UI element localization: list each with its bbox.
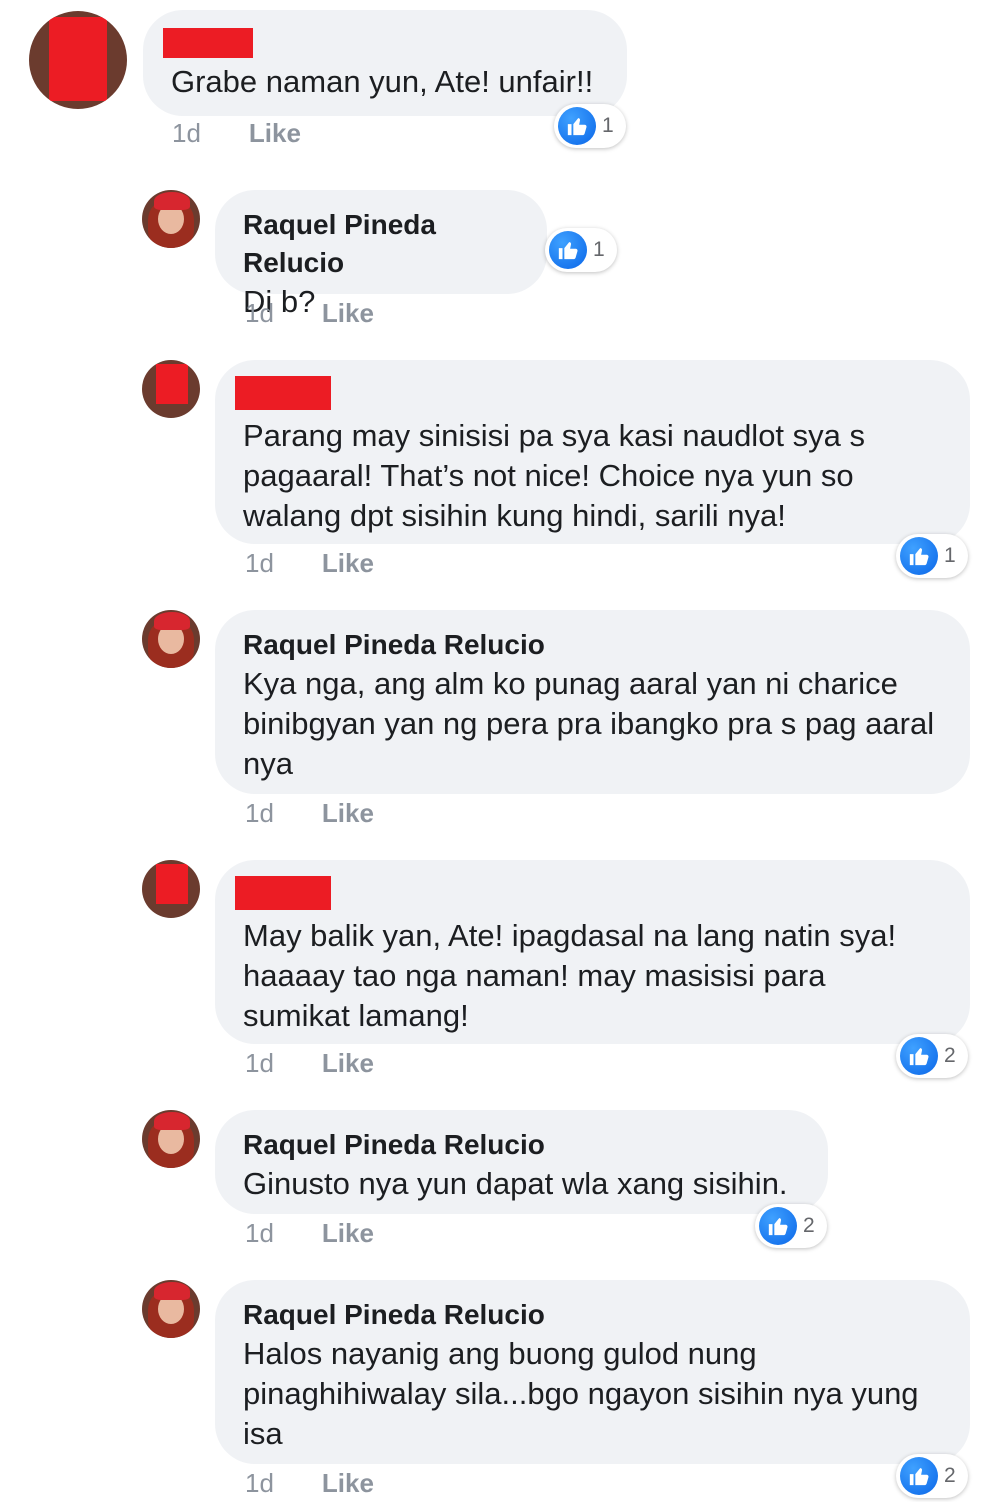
comment-time[interactable]: 1d — [172, 118, 201, 148]
comment-bubble: Raquel Pineda Relucio Halos nayanig ang … — [215, 1280, 970, 1464]
reaction-count[interactable]: 2 — [755, 1204, 827, 1248]
like-button[interactable]: Like — [322, 1468, 374, 1498]
comment-bubble: Parang may sinisisi pa sya kasi naudlot … — [215, 360, 970, 544]
comment-time[interactable]: 1d — [245, 548, 274, 578]
redaction-block — [156, 864, 188, 904]
comment-author[interactable]: Raquel Pineda Relucio — [243, 626, 942, 664]
comment-text: Grabe naman yun, Ate! unfair!! — [171, 64, 594, 99]
reaction-count[interactable]: 1 — [545, 228, 617, 272]
redacted-author-name — [235, 376, 331, 410]
redaction-block — [156, 364, 188, 404]
comment-time[interactable]: 1d — [245, 1048, 274, 1078]
like-button[interactable]: Like — [322, 548, 374, 578]
comment-text: Parang may sinisisi pa sya kasi naudlot … — [243, 418, 866, 533]
thumbs-up-icon — [558, 107, 596, 145]
like-button[interactable]: Like — [322, 1048, 374, 1078]
comment-meta: 1d Like — [245, 298, 374, 329]
comment-time[interactable]: 1d — [245, 1218, 274, 1248]
thumbs-up-icon — [900, 537, 938, 575]
comment-bubble: Raquel Pineda Relucio Di b? — [215, 190, 547, 319]
comment-bubble: Raquel Pineda Relucio Kya nga, ang alm k… — [215, 610, 970, 794]
reaction-number: 1 — [944, 544, 956, 567]
avatar-raquel[interactable] — [142, 1280, 200, 1338]
comment-text: May balik yan, Ate! ipagdasal na lang na… — [243, 918, 897, 1033]
comment-meta: 1d Like — [245, 798, 374, 829]
redaction-block — [49, 17, 107, 101]
avatar-redacted[interactable] — [142, 360, 200, 418]
reaction-number: 1 — [593, 238, 605, 261]
thumbs-up-icon — [900, 1457, 938, 1495]
reaction-count[interactable]: 2 — [896, 1454, 968, 1498]
reaction-number: 1 — [602, 114, 614, 137]
comment-meta: 1d Like — [172, 118, 301, 149]
redacted-author-name — [163, 28, 253, 58]
comment-bubble: May balik yan, Ate! ipagdasal na lang na… — [215, 860, 970, 1044]
like-button[interactable]: Like — [249, 118, 301, 148]
reaction-number: 2 — [944, 1044, 956, 1067]
avatar-raquel[interactable] — [142, 1110, 200, 1168]
comment-meta: 1d Like — [245, 548, 374, 579]
avatar-redacted[interactable] — [29, 11, 127, 109]
reaction-number: 2 — [803, 1214, 815, 1237]
avatar-raquel[interactable] — [142, 610, 200, 668]
avatar-redacted[interactable] — [142, 860, 200, 918]
like-button[interactable]: Like — [322, 798, 374, 828]
comment-meta: 1d Like — [245, 1468, 374, 1499]
comment-time[interactable]: 1d — [245, 298, 274, 328]
reaction-number: 2 — [944, 1464, 956, 1487]
comment-text: Halos nayanig ang buong gulod nung pinag… — [243, 1336, 919, 1451]
reaction-count[interactable]: 1 — [896, 534, 968, 578]
thumbs-up-icon — [549, 231, 587, 269]
comment-time[interactable]: 1d — [245, 1468, 274, 1498]
comment-bubble: Grabe naman yun, Ate! unfair!! — [143, 10, 627, 116]
reaction-count[interactable]: 1 — [554, 104, 626, 148]
like-button[interactable]: Like — [322, 1218, 374, 1248]
thumbs-up-icon — [900, 1037, 938, 1075]
thumbs-up-icon — [759, 1207, 797, 1245]
comment-text: Kya nga, ang alm ko punag aaral yan ni c… — [243, 666, 935, 781]
comment-meta: 1d Like — [245, 1218, 374, 1249]
comment-bubble: Raquel Pineda Relucio Ginusto nya yun da… — [215, 1110, 828, 1214]
comment-time[interactable]: 1d — [245, 798, 274, 828]
comment-author[interactable]: Raquel Pineda Relucio — [243, 1126, 800, 1164]
redacted-author-name — [235, 876, 331, 910]
comment-author[interactable]: Raquel Pineda Relucio — [243, 206, 519, 282]
comment-meta: 1d Like — [245, 1048, 374, 1079]
comment-text: Ginusto nya yun dapat wla xang sisihin. — [243, 1166, 788, 1201]
comment-author[interactable]: Raquel Pineda Relucio — [243, 1296, 942, 1334]
like-button[interactable]: Like — [322, 298, 374, 328]
avatar-raquel[interactable] — [142, 190, 200, 248]
reaction-count[interactable]: 2 — [896, 1034, 968, 1078]
